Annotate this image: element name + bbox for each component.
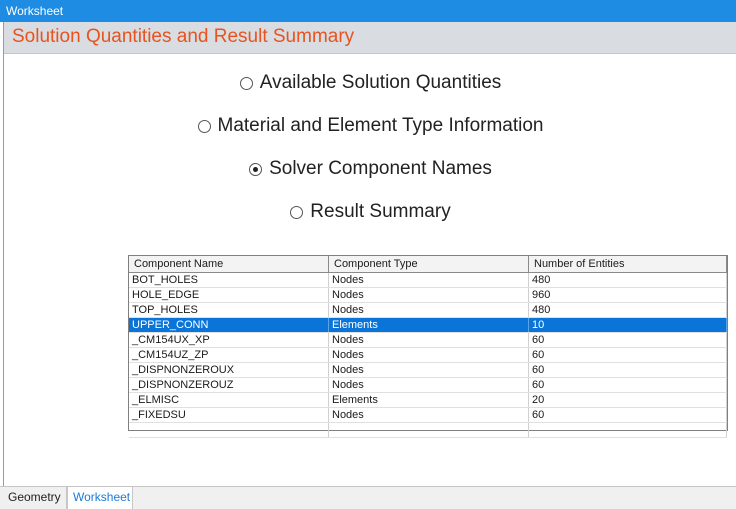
cell-number-of-entities: 60 — [529, 378, 727, 392]
table-row[interactable]: _FIXEDSU Nodes 60 — [129, 408, 727, 423]
table-row[interactable]: _CM154UX_XP Nodes 60 — [129, 333, 727, 348]
empty-cell — [529, 423, 727, 437]
cell-component-name: _DISPNONZEROUX — [129, 363, 329, 377]
option-label: Material and Element Type Information — [217, 115, 544, 136]
cell-component-type: Elements — [329, 393, 529, 407]
cell-component-name: _CM154UZ_ZP — [129, 348, 329, 362]
table-row[interactable]: _CM154UZ_ZP Nodes 60 — [129, 348, 727, 363]
window-title-bar: Worksheet — [0, 0, 736, 22]
cell-component-name: HOLE_EDGE — [129, 288, 329, 302]
option-label: Result Summary — [310, 201, 451, 222]
table-body: BOT_HOLES Nodes 480 HOLE_EDGE Nodes 960 TOP_HO… — [129, 273, 727, 438]
component-names-table: Component Name Component Type Number of … — [128, 255, 728, 438]
radio-button-icon[interactable] — [239, 76, 253, 90]
column-header-component-type[interactable]: Component Type — [329, 256, 529, 272]
table-row[interactable]: UPPER_CONN Elements 10 — [129, 318, 727, 333]
cell-component-type: Nodes — [329, 333, 529, 347]
cell-component-name: _DISPNONZEROUZ — [129, 378, 329, 392]
page-title: Solution Quantities and Result Summary — [12, 26, 355, 47]
radio-button-icon[interactable] — [197, 119, 211, 133]
table-header: Component Name Component Type Number of … — [129, 256, 727, 273]
cell-number-of-entities: 60 — [529, 408, 727, 422]
bottom-tab-bar: Geometry Worksheet — [0, 486, 736, 509]
column-header-number-of-entities[interactable]: Number of Entities — [529, 256, 727, 272]
cell-number-of-entities: 60 — [529, 348, 727, 362]
table-row[interactable]: HOLE_EDGE Nodes 960 — [129, 288, 727, 303]
cell-component-type: Elements — [329, 318, 529, 332]
option-label: Solver Component Names — [269, 158, 492, 179]
cell-component-type: Nodes — [329, 408, 529, 422]
tab-geometry[interactable]: Geometry — [3, 487, 67, 509]
cell-number-of-entities: 20 — [529, 393, 727, 407]
cell-component-name: BOT_HOLES — [129, 273, 329, 287]
cell-number-of-entities: 480 — [529, 303, 727, 317]
cell-component-name: _FIXEDSU — [129, 408, 329, 422]
option-label: Available Solution Quantities — [259, 72, 502, 93]
cell-component-type: Nodes — [329, 288, 529, 302]
table-row[interactable]: BOT_HOLES Nodes 480 — [129, 273, 727, 288]
option-solver-component-names[interactable]: Solver Component Names — [4, 158, 736, 182]
cell-component-type: Nodes — [329, 303, 529, 317]
empty-cell — [129, 423, 329, 437]
cell-component-name: _ELMISC — [129, 393, 329, 407]
cell-component-name: UPPER_CONN — [129, 318, 329, 332]
cell-number-of-entities: 60 — [529, 333, 727, 347]
cell-component-type: Nodes — [329, 378, 529, 392]
option-available-solution-quantities[interactable]: Available Solution Quantities — [4, 72, 736, 96]
radio-button-checked-icon[interactable] — [249, 162, 263, 176]
cell-component-type: Nodes — [329, 348, 529, 362]
option-result-summary[interactable]: Result Summary — [4, 201, 736, 225]
table-row[interactable]: _DISPNONZEROUZ Nodes 60 — [129, 378, 727, 393]
cell-component-name: TOP_HOLES — [129, 303, 329, 317]
table-row[interactable]: _DISPNONZEROUX Nodes 60 — [129, 363, 727, 378]
cell-component-type: Nodes — [329, 363, 529, 377]
cell-number-of-entities: 960 — [529, 288, 727, 302]
window-title: Worksheet — [6, 4, 64, 18]
cell-component-type: Nodes — [329, 273, 529, 287]
cell-number-of-entities: 480 — [529, 273, 727, 287]
option-material-element-type[interactable]: Material and Element Type Information — [4, 115, 736, 139]
worksheet-header: Solution Quantities and Result Summary — [4, 22, 736, 54]
empty-cell — [329, 423, 529, 437]
cell-number-of-entities: 60 — [529, 363, 727, 377]
column-header-component-name[interactable]: Component Name — [129, 256, 329, 272]
table-row-empty — [129, 423, 727, 438]
table-row[interactable]: _ELMISC Elements 20 — [129, 393, 727, 408]
cell-number-of-entities: 10 — [529, 318, 727, 332]
tab-worksheet[interactable]: Worksheet — [67, 487, 133, 509]
cell-component-name: _CM154UX_XP — [129, 333, 329, 347]
table-row[interactable]: TOP_HOLES Nodes 480 — [129, 303, 727, 318]
radio-button-icon[interactable] — [290, 205, 304, 219]
